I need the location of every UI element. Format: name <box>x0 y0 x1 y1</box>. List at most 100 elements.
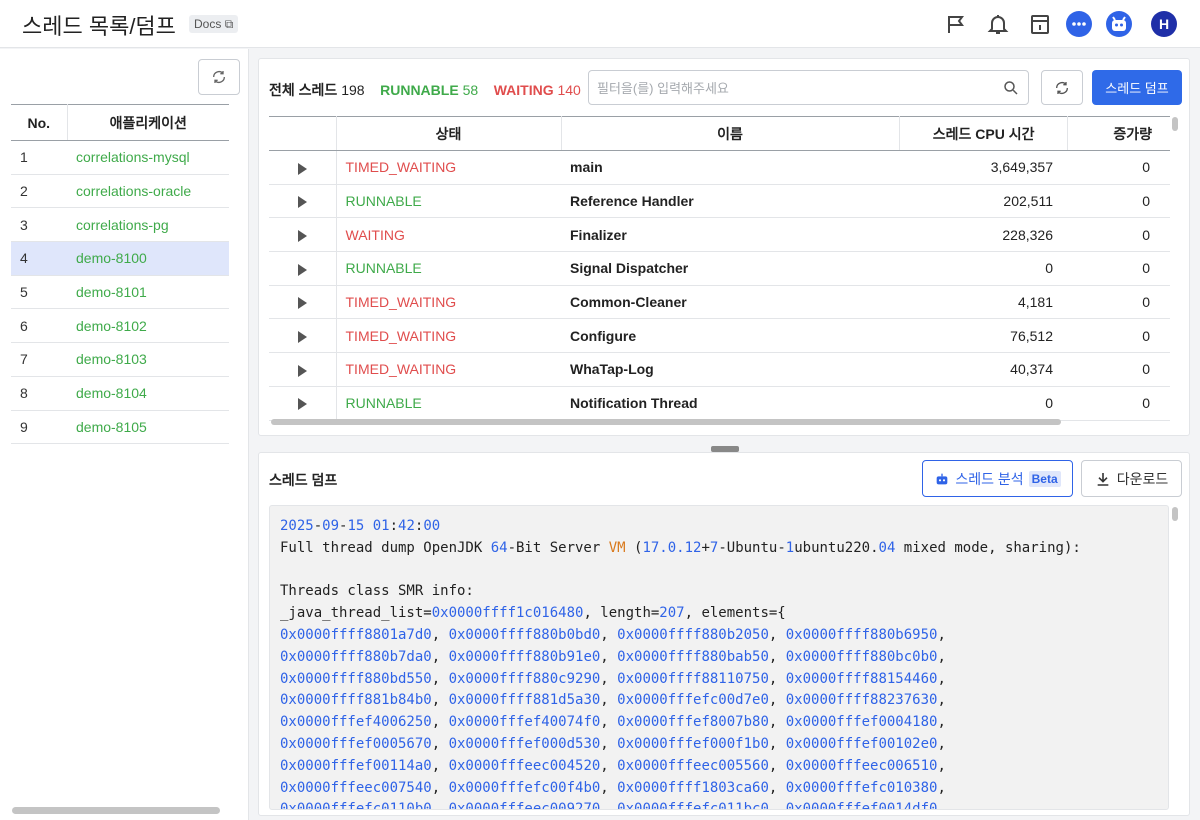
thread-name: Common-Cleaner <box>561 285 899 320</box>
app-row[interactable]: 5 demo-8101 <box>11 275 229 310</box>
thread-state: RUNNABLE <box>336 251 561 286</box>
thread-state: TIMED_WAITING <box>336 352 561 387</box>
total-threads-label: 전체 스레드 <box>269 82 338 98</box>
thread-row[interactable]: RUNNABLE Notification Thread 0 0 <box>269 386 1170 421</box>
column-increase[interactable]: 증가량 <box>1067 116 1170 151</box>
expand-arrow-icon <box>297 331 307 344</box>
expand-toggle[interactable] <box>269 184 337 219</box>
thread-name: Signal Dispatcher <box>561 251 899 286</box>
thread-increase: 0 <box>1067 217 1170 253</box>
vertical-scrollbar[interactable] <box>1172 507 1178 521</box>
app-row[interactable]: 9 demo-8105 <box>11 410 229 445</box>
column-cpu-time[interactable]: 스레드 CPU 시간 <box>899 116 1068 151</box>
app-row[interactable]: 3 correlations-pg <box>11 207 229 243</box>
expand-toggle[interactable] <box>269 285 337 320</box>
column-no[interactable]: No. <box>11 104 68 141</box>
thread-name: Reference Handler <box>561 184 899 219</box>
app-no: 5 <box>11 275 67 310</box>
thread-cpu-time: 0 <box>899 386 1067 421</box>
application-table: No. 애플리케이션 1 correlations-mysql 2 correlati… <box>11 104 229 445</box>
dump-line <box>280 560 1158 582</box>
thread-row[interactable]: TIMED_WAITING WhaTap-Log 40,374 0 <box>269 352 1170 387</box>
thread-cpu-time: 76,512 <box>899 318 1067 354</box>
app-row[interactable]: 4 demo-8100 <box>11 241 229 276</box>
app-no: 9 <box>11 410 67 445</box>
app-row[interactable]: 8 demo-8104 <box>11 376 229 411</box>
expand-toggle[interactable] <box>269 217 337 253</box>
avatar[interactable]: H <box>1151 11 1177 37</box>
download-icon <box>1097 472 1109 486</box>
thread-state: TIMED_WAITING <box>336 285 561 320</box>
app-row[interactable]: 2 correlations-oracle <box>11 174 229 209</box>
app-name[interactable]: correlations-pg <box>67 207 229 243</box>
app-no: 2 <box>11 174 67 209</box>
app-row[interactable]: 6 demo-8102 <box>11 308 229 344</box>
thread-increase: 0 <box>1067 352 1170 387</box>
thread-dump-button[interactable]: 스레드 덤프 <box>1092 70 1182 105</box>
thread-dump-text[interactable]: 2025-09-15 01:42:00 Full thread dump Open… <box>269 505 1169 810</box>
dump-line: 0x0000ffff880b7da0, 0x0000ffff880b91e0, … <box>280 648 946 665</box>
thread-row[interactable]: TIMED_WAITING main 3,649,357 0 <box>269 150 1170 185</box>
thread-cpu-time: 40,374 <box>899 352 1067 387</box>
horizontal-scrollbar[interactable] <box>271 419 1061 425</box>
dump-line: 0x0000fffefc0110b0, 0x0000fffeec009270, … <box>280 801 946 810</box>
waiting-label: WAITING <box>493 82 554 98</box>
expand-toggle[interactable] <box>269 352 337 387</box>
analyze-thread-button[interactable]: 스레드 분석 Beta <box>922 460 1073 497</box>
external-link-icon: ⧉ <box>224 17 234 31</box>
thread-row[interactable]: RUNNABLE Reference Handler 202,511 0 <box>269 184 1170 219</box>
expand-toggle[interactable] <box>269 150 337 185</box>
filter-field[interactable] <box>588 70 1029 105</box>
thread-row[interactable]: TIMED_WAITING Common-Cleaner 4,181 0 <box>269 285 1170 320</box>
dump-line: 0x0000ffff881b84b0, 0x0000ffff881d5a30, … <box>280 692 946 709</box>
dump-line: 0x0000fffef4006250, 0x0000fffef40074f0, … <box>280 714 946 731</box>
calendar-icon[interactable] <box>1027 11 1053 37</box>
app-name[interactable]: demo-8102 <box>67 308 229 344</box>
thread-name: main <box>561 150 899 185</box>
app-name[interactable]: correlations-mysql <box>67 140 229 175</box>
app-row[interactable]: 7 demo-8103 <box>11 342 229 377</box>
expand-arrow-icon <box>297 297 307 310</box>
refresh-apps-button[interactable] <box>198 59 240 95</box>
thread-state: TIMED_WAITING <box>336 318 561 354</box>
vertical-scrollbar[interactable] <box>1172 117 1178 131</box>
download-button[interactable]: 다운로드 <box>1081 460 1182 497</box>
app-name[interactable]: correlations-oracle <box>67 174 229 209</box>
search-icon[interactable] <box>1002 79 1020 97</box>
expand-arrow-icon <box>297 162 307 175</box>
horizontal-scrollbar[interactable] <box>12 807 220 814</box>
thread-increase: 0 <box>1067 150 1170 185</box>
app-name[interactable]: demo-8101 <box>67 275 229 310</box>
thread-summary: 전체 스레드 198 RUNNABLE 58 WAITING 140 <box>269 80 581 100</box>
expand-arrow-icon <box>297 263 307 276</box>
app-name[interactable]: demo-8105 <box>67 410 229 445</box>
refresh-threads-button[interactable] <box>1041 70 1083 105</box>
column-name[interactable]: 이름 <box>561 116 900 151</box>
column-state[interactable]: 상태 <box>336 116 562 151</box>
filter-input[interactable] <box>597 78 997 98</box>
expand-arrow-icon <box>297 196 307 209</box>
thread-state: TIMED_WAITING <box>336 150 561 185</box>
megaphone-icon[interactable] <box>944 11 970 37</box>
column-application[interactable]: 애플리케이션 <box>67 104 229 141</box>
expand-toggle[interactable] <box>269 386 337 421</box>
thread-list-panel: 전체 스레드 198 RUNNABLE 58 WAITING 140 스레드 덤… <box>258 58 1190 436</box>
docs-link[interactable]: Docs ⧉ <box>189 15 239 33</box>
thread-row[interactable]: WAITING Finalizer 228,326 0 <box>269 217 1170 253</box>
app-name[interactable]: demo-8104 <box>67 376 229 411</box>
dump-line: 0x0000fffeec007540, 0x0000fffefc00f4b0, … <box>280 779 946 796</box>
thread-row[interactable]: TIMED_WAITING Configure 76,512 0 <box>269 318 1170 354</box>
bell-icon[interactable] <box>985 11 1011 37</box>
expand-toggle[interactable] <box>269 251 337 286</box>
app-name[interactable]: demo-8103 <box>67 342 229 377</box>
thread-cpu-time: 3,649,357 <box>899 150 1067 185</box>
docs-label: Docs <box>194 17 222 31</box>
chat-icon[interactable] <box>1066 11 1092 37</box>
bot-icon[interactable] <box>1106 11 1132 37</box>
thread-cpu-time: 228,326 <box>899 217 1067 253</box>
app-row[interactable]: 1 correlations-mysql <box>11 140 229 175</box>
bot-icon <box>937 473 948 484</box>
expand-toggle[interactable] <box>269 318 337 354</box>
thread-row[interactable]: RUNNABLE Signal Dispatcher 0 0 <box>269 251 1170 286</box>
app-name[interactable]: demo-8100 <box>67 241 229 276</box>
